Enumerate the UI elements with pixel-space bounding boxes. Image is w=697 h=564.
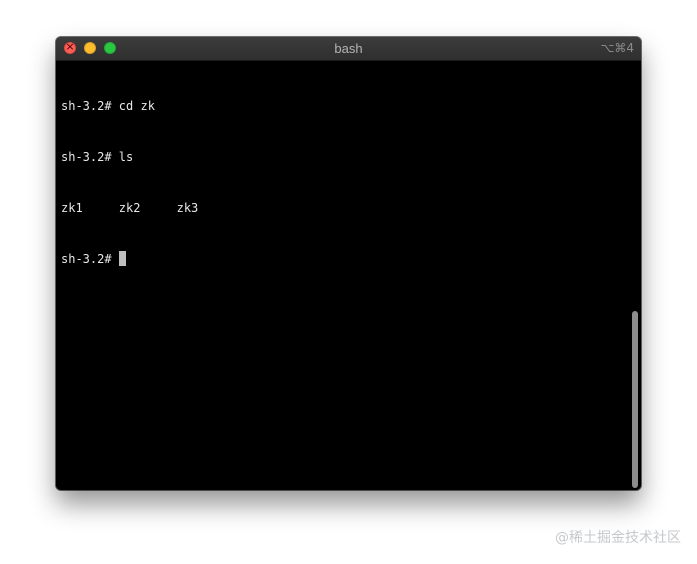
terminal-line: sh-3.2# ls: [61, 150, 134, 164]
terminal-window: bash ⌥⌘4 sh-3.2# cd zk sh-3.2# ls zk1 zk…: [56, 37, 641, 490]
terminal-lines: sh-3.2# cd zk sh-3.2# ls zk1 zk2 zk3 sh-…: [61, 64, 198, 302]
terminal-line: zk1 zk2 zk3: [61, 201, 199, 215]
window-shortcut: ⌥⌘4: [600, 41, 634, 55]
terminal-prompt: sh-3.2#: [61, 252, 112, 266]
title-bar[interactable]: bash ⌥⌘4: [56, 37, 641, 61]
window-title: bash: [334, 41, 363, 56]
screenshot-stage: bash ⌥⌘4 sh-3.2# cd zk sh-3.2# ls zk1 zk…: [0, 0, 697, 564]
terminal-line: sh-3.2# cd zk: [61, 99, 155, 113]
vertical-scrollbar[interactable]: [632, 311, 638, 488]
terminal-prompt-line: sh-3.2#: [61, 251, 198, 268]
watermark-text: @稀土掘金技术社区: [555, 530, 681, 546]
text-cursor: [118, 251, 126, 266]
terminal-output-area[interactable]: sh-3.2# cd zk sh-3.2# ls zk1 zk2 zk3 sh-…: [56, 61, 641, 490]
